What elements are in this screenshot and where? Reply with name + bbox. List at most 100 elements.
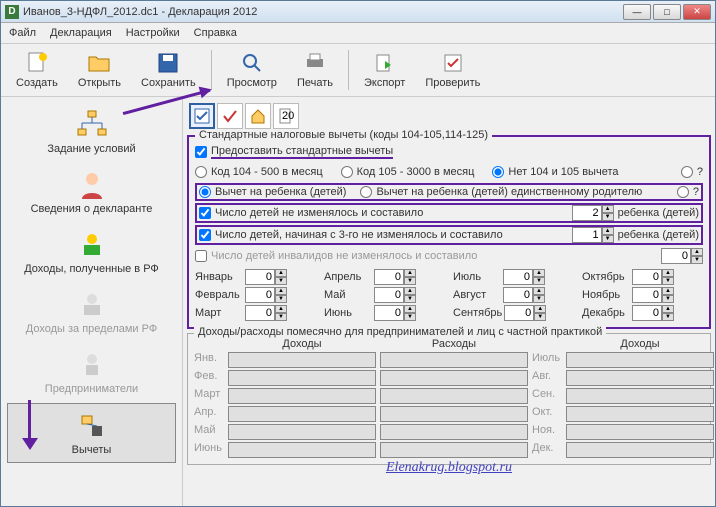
group-entrepreneur: Доходы/расходы помесячно для предпринима…	[187, 333, 711, 465]
spin-apr[interactable]: ▲▼	[374, 269, 416, 285]
toolbar-separator	[211, 50, 212, 90]
ent-mar-exp[interactable]	[380, 388, 528, 404]
ent-apr-exp[interactable]	[380, 406, 528, 422]
window-title: Иванов_3-НДФЛ_2012.dc1 - Декларация 2012	[23, 6, 623, 18]
spin-nov[interactable]: ▲▼	[632, 287, 674, 303]
spin-oct[interactable]: ▲▼	[632, 269, 674, 285]
subtoolbar: 20	[187, 101, 711, 131]
spin-jul[interactable]: ▲▼	[503, 269, 545, 285]
menu-declaration[interactable]: Декларация	[50, 27, 112, 39]
ent-jul-inc[interactable]	[566, 352, 714, 368]
print-icon	[303, 51, 327, 75]
conditions-icon	[76, 109, 108, 141]
minimize-button[interactable]: —	[623, 4, 651, 20]
checkbox-from3[interactable]	[199, 229, 211, 241]
app-icon: D	[5, 5, 19, 19]
ent-may-exp[interactable]	[380, 424, 528, 440]
new-button[interactable]: Создать	[7, 48, 67, 92]
spin-feb[interactable]: ▲▼	[245, 287, 287, 303]
spinner-invalids[interactable]: ▲▼	[661, 248, 703, 264]
check-icon	[441, 51, 465, 75]
menu-help[interactable]: Справка	[194, 27, 237, 39]
radio-none-104-105[interactable]	[492, 166, 504, 178]
close-button[interactable]: ✕	[683, 4, 711, 20]
checkbox-icon	[193, 107, 211, 125]
radio-code-104[interactable]	[195, 166, 207, 178]
spin-may[interactable]: ▲▼	[374, 287, 416, 303]
spin-dec[interactable]: ▲▼	[632, 305, 674, 321]
group-title: Стандартные налоговые вычеты (коды 104-1…	[195, 129, 492, 141]
group-standard-deductions: Стандартные налоговые вычеты (коды 104-1…	[187, 135, 711, 329]
house-icon	[249, 107, 267, 125]
open-icon	[87, 51, 111, 75]
ent-aug-inc[interactable]	[566, 370, 714, 386]
ent-jan-exp[interactable]	[380, 352, 528, 368]
checkbox-provide-std[interactable]	[195, 146, 207, 158]
tab-standard-deductions[interactable]	[189, 103, 215, 129]
open-button[interactable]: Открыть	[69, 48, 130, 92]
checkbox-child-count[interactable]	[199, 207, 211, 219]
radio-single-parent[interactable]	[360, 186, 372, 198]
radio-code-105[interactable]	[341, 166, 353, 178]
spin-jun[interactable]: ▲▼	[374, 305, 416, 321]
ent-nov-inc[interactable]	[566, 424, 714, 440]
deductions-icon	[76, 410, 108, 442]
radio-q2[interactable]	[677, 186, 689, 198]
sidebar-deductions[interactable]: Вычеты	[7, 403, 176, 463]
sidebar-declarant[interactable]: Сведения о декларанте	[7, 163, 176, 221]
menu-file[interactable]: Файл	[9, 27, 36, 39]
sidebar: Задание условий Сведения о декларанте До…	[1, 97, 183, 506]
income-foreign-icon	[76, 289, 108, 321]
checkbox-invalids[interactable]	[195, 250, 207, 262]
sidebar-income-rf[interactable]: Доходы, полученные в РФ	[7, 223, 176, 281]
new-icon	[25, 51, 49, 75]
tab-social-deductions[interactable]	[217, 103, 243, 129]
months-grid: Январь▲▼ Апрель▲▼ Июль▲▼ Октябрь▲▼ Февра…	[195, 269, 703, 321]
ent-feb-exp[interactable]	[380, 370, 528, 386]
spinner-from3[interactable]: ▲▼	[572, 227, 614, 243]
radio-child-deduction[interactable]	[199, 186, 211, 198]
spin-sep[interactable]: ▲▼	[504, 305, 546, 321]
main-panel: 20 Стандартные налоговые вычеты (коды 10…	[183, 97, 715, 506]
ent-may-inc[interactable]	[228, 424, 376, 440]
label-provide-std: Предоставить стандартные вычеты	[211, 145, 393, 159]
sidebar-conditions[interactable]: Задание условий	[7, 103, 176, 161]
ent-sep-inc[interactable]	[566, 388, 714, 404]
save-button[interactable]: Сохранить	[132, 48, 205, 92]
check-button[interactable]: Проверить	[416, 48, 489, 92]
ent-jan-inc[interactable]	[228, 352, 376, 368]
entrepreneurs-icon	[76, 349, 108, 381]
toolbar: Создать Открыть Сохранить Просмотр Печат…	[1, 44, 715, 97]
ent-oct-inc[interactable]	[566, 406, 714, 422]
spin-jan[interactable]: ▲▼	[245, 269, 287, 285]
view-icon	[240, 51, 264, 75]
ent-apr-inc[interactable]	[228, 406, 376, 422]
toolbar-separator	[348, 50, 349, 90]
tab-property-deductions[interactable]	[245, 103, 271, 129]
tab-losses[interactable]: 20	[273, 103, 299, 129]
export-icon	[373, 51, 397, 75]
spin-aug[interactable]: ▲▼	[503, 287, 545, 303]
titlebar: D Иванов_3-НДФЛ_2012.dc1 - Декларация 20…	[1, 1, 715, 23]
export-button[interactable]: Экспорт	[355, 48, 414, 92]
checkmark-icon	[221, 107, 239, 125]
view-button[interactable]: Просмотр	[218, 48, 286, 92]
maximize-button[interactable]: □	[653, 4, 681, 20]
menubar: Файл Декларация Настройки Справка	[1, 23, 715, 44]
ent-jun-exp[interactable]	[380, 442, 528, 458]
spin-mar[interactable]: ▲▼	[245, 305, 287, 321]
declarant-icon	[76, 169, 108, 201]
save-icon	[156, 51, 180, 75]
radio-q1[interactable]	[681, 166, 693, 178]
ent-mar-inc[interactable]	[228, 388, 376, 404]
sidebar-entrepreneurs[interactable]: Предприниматели	[7, 343, 176, 401]
ent-dec-inc[interactable]	[566, 442, 714, 458]
menu-settings[interactable]: Настройки	[126, 27, 180, 39]
svg-text:20: 20	[282, 110, 294, 122]
doc-icon: 20	[277, 107, 295, 125]
ent-jun-inc[interactable]	[228, 442, 376, 458]
spinner-child-count[interactable]: ▲▼	[572, 205, 614, 221]
ent-feb-inc[interactable]	[228, 370, 376, 386]
sidebar-income-foreign[interactable]: Доходы за пределами РФ	[7, 283, 176, 341]
print-button[interactable]: Печать	[288, 48, 342, 92]
